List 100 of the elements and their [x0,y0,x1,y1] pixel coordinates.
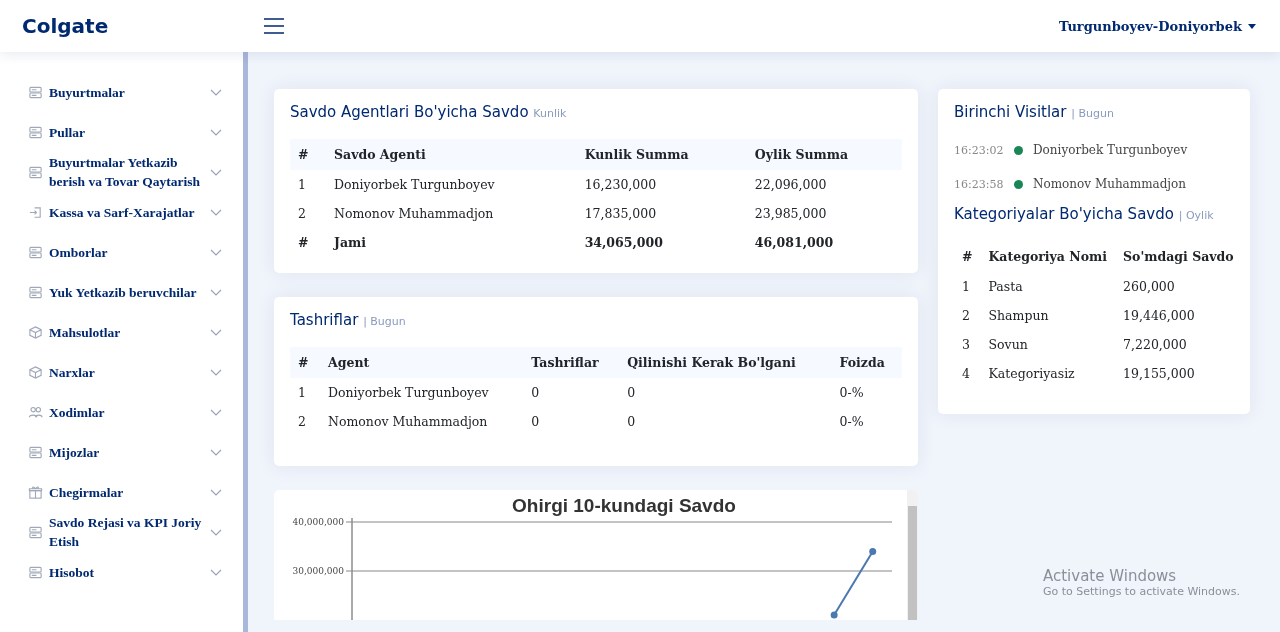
table-cell-text: 46,081,000 [753,234,835,252]
table-cell-text: 260,000 [1122,278,1176,296]
table-cell-text: Jami [332,234,367,252]
menu-icon[interactable] [264,15,286,37]
table-cell-text: 2 [961,307,971,325]
caret-icon [1248,23,1256,29]
table-cell-text: 4 [961,365,971,383]
table-cell: 1 [290,170,326,199]
sidebar-item[interactable]: Chegirmalar [20,472,228,512]
server-icon [28,84,43,100]
visit-time: 16:23:02 [954,143,1004,157]
sidebar-item[interactable]: Kassa va Sarf-Xarajatlar [20,192,228,232]
gift-icon [28,484,43,500]
chart-title: Ohirgi 10-kundagi Savdo [512,495,736,516]
sidebar-item[interactable]: Xodimlar [20,392,228,432]
activation-title: Activate Windows [1042,567,1178,585]
sidebar-item[interactable]: Narxlar [20,352,228,392]
table-cell-text: 0-% [838,413,865,431]
sidebar-item[interactable]: Buyurtmalar Yetkazib berish va Tovar Qaytarish [20,152,228,192]
table-cell-text: 19,446,000 [1122,307,1196,325]
column-header: Qilinishi Kerak Bo'lgani [619,347,832,378]
box-icon [28,364,43,380]
chevron-down-icon [210,248,222,256]
sidebar-item[interactable]: Omborlar [20,232,228,272]
table-cell-text: Nomonov Muhammadjon [327,413,489,431]
column-header: # [290,139,326,170]
visitor-name: Nomonov Muhammadjon [1033,177,1187,191]
user-menu[interactable]: Turgunboyev-Doniyorbek [1058,18,1256,34]
server-icon [28,164,43,180]
server-icon [28,444,43,460]
axis-label: 30,000,000 [292,566,344,576]
visitor-name: Doniyorbek Turgunboyev [1033,143,1188,157]
table-cell-text: 19,155,000 [1122,365,1196,383]
sidebar-item[interactable]: Mahsulotlar [20,312,228,352]
axis-label: 40,000,000 [292,517,344,527]
table-cell-text: # [297,234,310,252]
table-cell: Doniyorbek Turgunboyev [320,378,524,407]
card-title: Tashriflar | Bugun [290,311,407,329]
sidebar-item[interactable]: Hisobot [20,552,228,592]
table-cell-text: Shampun [987,307,1050,325]
table-cell-text: 2 [297,205,307,223]
sidebar-item[interactable]: Buyurtmalar [20,72,228,112]
column-header: So'mdagi Savdo [1122,248,1235,266]
table-cell-text: 17,835,000 [583,205,658,223]
column-header: # [961,248,974,266]
table-cell-text: 23,985,000 [753,205,828,223]
chevron-down-icon [210,448,222,456]
sidebar-item[interactable]: Pullar [20,112,228,152]
table-cell-text: 7,220,000 [1122,336,1188,354]
column-header: # [290,347,320,378]
sidebar-item[interactable]: Savdo Rejasi va KPI Joriy Etish [20,512,228,552]
table-cell-text: Nomonov Muhammadjon [333,205,495,223]
column-header: Tashriflar [523,347,620,378]
chevron-down-icon [210,208,222,216]
table-cell: Doniyorbek Turgunboyev [326,170,577,199]
table-cell-text: 34,065,000 [583,234,664,252]
server-icon [28,284,43,300]
card-title: Birinchi Visitlar | Bugun [954,103,1115,121]
table-cell: 16,230,000 [576,170,747,199]
chevron-down-icon [210,368,222,376]
column-header: Oylik Summa [746,139,902,170]
table-cell-text: 2 [297,413,307,431]
chevron-down-icon [210,288,222,296]
table-cell: 0 [619,378,832,407]
people-icon [28,404,43,420]
column-header: Kunlik Summa [576,139,747,170]
chevron-down-icon [210,408,222,416]
chevron-down-icon [210,168,222,176]
table-cell: 1 [290,378,320,407]
server-icon [28,564,43,580]
table-cell: 0 [523,378,620,407]
chart-point [869,547,877,555]
chevron-down-icon [210,328,222,336]
column-header: Foizda [831,347,902,378]
chevron-down-icon [210,488,222,496]
card-title: Savdo Agentlari Bo'yicha Savdo Kunlik [290,103,568,121]
table-cell-text: 0 [626,413,637,431]
table-cell-text: 3 [961,336,971,354]
box-icon [28,324,43,340]
table-cell: 0-% [831,378,902,407]
table-cell-text: Sovun [987,336,1029,354]
column-header: Kategoriya Nomi [987,248,1109,266]
chart-point [830,611,838,619]
table-cell-text: Pasta [987,278,1024,296]
column-header: Savdo Agenti [326,139,577,170]
sidebar-item[interactable]: Yuk Yetkazib beruvchilar [20,272,228,312]
column-header: Agent [320,347,524,378]
visit-time: 16:23:58 [954,177,1004,191]
scrollbar[interactable] [907,490,918,620]
activation-note: Go to Settings to activate Windows. [1042,585,1240,598]
table-cell-text: Kategoriyasiz [987,365,1076,383]
card-title: Kategoriyalar Bo'yicha Savdo | Oylik [954,205,1215,223]
table-cell: 22,096,000 [746,170,902,199]
logo[interactable]: Colgate [0,14,240,38]
server-icon [28,124,43,140]
table-cell-text: 0 [530,413,541,431]
sidebar-item[interactable]: Mijozlar [20,432,228,472]
server-icon [28,524,43,540]
login-icon [28,204,43,220]
chevron-down-icon [210,88,222,96]
